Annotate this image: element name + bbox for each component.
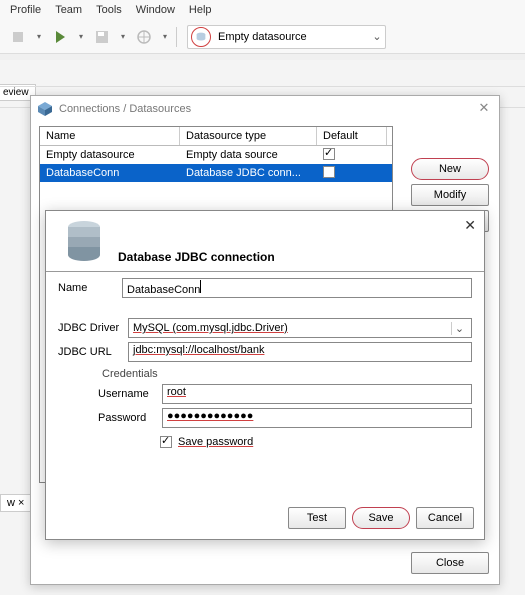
name-input[interactable]: DatabaseConn [122,278,472,298]
globe-icon[interactable] [132,25,156,49]
table-row-selected[interactable]: DatabaseConn Database JDBC conn... [40,164,392,182]
col-name[interactable]: Name [40,127,180,145]
col-type[interactable]: Datasource type [180,127,317,145]
stop-icon[interactable] [6,25,30,49]
cell-type: Database JDBC conn... [180,166,317,180]
checkbox-checked-icon[interactable] [323,148,335,160]
dialog1-footer: Close [411,552,489,574]
test-button[interactable]: Test [288,507,346,529]
table-row[interactable]: Empty datasource Empty data source [40,146,392,164]
dropdown-icon[interactable]: ▾ [118,25,128,49]
save-password-checkbox[interactable] [160,436,172,448]
label-password: Password [98,412,156,424]
dialog1-titlebar: Connections / Datasources ✕ [31,96,499,122]
label-name: Name [58,282,116,294]
database-icon [60,217,108,265]
cell-default [317,165,387,182]
url-input[interactable]: jdbc:mysql://localhost/bank [128,342,472,362]
checkbox-icon[interactable] [323,166,335,178]
datasource-dropdown[interactable]: Empty datasource ⌄ [187,25,386,49]
cell-name: DatabaseConn [40,166,180,180]
password-input[interactable]: ●●●●●●●●●●●●● [162,408,472,428]
menu-profile[interactable]: Profile [10,4,41,16]
label-username: Username [98,388,156,400]
cell-name: Empty datasource [40,148,180,162]
save-button[interactable]: Save [352,507,410,529]
label-driver: JDBC Driver [58,322,122,334]
datasource-icon [191,27,211,47]
dropdown-icon[interactable]: ▾ [76,25,86,49]
dropdown-icon[interactable]: ▾ [34,25,44,49]
dialog2-title: Database JDBC connection [118,250,275,264]
separator [176,27,177,47]
dialog2-footer: Test Save Cancel [288,507,474,529]
dialog1-title: Connections / Datasources [59,103,475,115]
lower-tab[interactable]: w × [0,494,31,512]
dialog2-header: Database JDBC connection [46,211,484,269]
credentials-group: Credentials Username root Password ●●●●●… [98,368,472,448]
col-default[interactable]: Default [317,127,387,145]
menu-help[interactable]: Help [189,4,212,16]
chevron-down-icon: ⌄ [451,322,467,335]
menu-tools[interactable]: Tools [96,4,122,16]
table-header: Name Datasource type Default [40,127,392,146]
cube-icon [37,101,53,117]
menu-team[interactable]: Team [55,4,82,16]
cell-type: Empty data source [180,148,317,162]
close-icon[interactable]: ✕ [464,217,476,234]
cell-default [317,147,387,164]
toolbar: ▾ ▾ ▾ ▾ Empty datasource ⌄ [0,20,525,54]
menu-window[interactable]: Window [136,4,175,16]
menubar: Profile Team Tools Window Help [0,0,525,20]
label-save-password[interactable]: Save password [178,436,253,448]
save-icon[interactable] [90,25,114,49]
modify-button[interactable]: Modify [411,184,489,206]
new-button[interactable]: New [411,158,489,180]
cancel-button[interactable]: Cancel [416,507,474,529]
close-button[interactable]: Close [411,552,489,574]
close-icon[interactable]: ✕ [475,100,493,118]
label-url: JDBC URL [58,346,122,358]
dropdown-icon[interactable]: ▾ [160,25,170,49]
play-icon[interactable] [48,25,72,49]
driver-select[interactable]: MySQL (com.mysql.jdbc.Driver) ⌄ [128,318,472,338]
chevron-down-icon: ⌄ [369,30,385,43]
datasource-label: Empty datasource [214,31,369,43]
jdbc-dialog: ✕ Database JDBC connection Name Database… [45,210,485,540]
jdbc-form: Name DatabaseConn JDBC Driver MySQL (com… [46,278,484,448]
divider [46,271,484,272]
label-credentials: Credentials [102,368,472,380]
username-input[interactable]: root [162,384,472,404]
